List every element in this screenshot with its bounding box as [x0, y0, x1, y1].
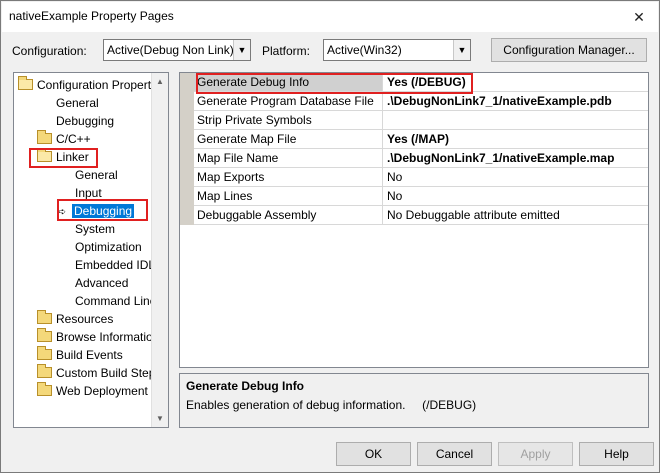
property-pages-dialog: nativeExample Property Pages ✕ Configura…	[0, 0, 660, 473]
tree-item-label: Command Line	[75, 294, 152, 308]
tree-item-label: Browse Information	[56, 330, 152, 344]
tree-item-label: Resources	[56, 312, 114, 326]
tree-item-label: Optimization	[75, 240, 142, 254]
tree-item-linker-embedded-idl[interactable]: Embedded IDL	[75, 256, 152, 274]
configuration-value: Active(Debug Non Link)	[107, 43, 234, 57]
description-panel: Generate Debug Info Enables generation o…	[179, 373, 649, 428]
tree-item-label: General	[75, 168, 118, 182]
grid-gutter	[180, 73, 194, 225]
tree-item-linker-optimization[interactable]: Optimization	[75, 238, 142, 256]
grid-row-debuggable-assembly[interactable]: Debuggable Assembly No Debuggable attrib…	[194, 206, 648, 225]
close-icon[interactable]: ✕	[628, 6, 650, 28]
platform-label: Platform:	[262, 44, 311, 58]
tree-item-label: Build Events	[56, 348, 123, 362]
linker-highlight-box	[29, 148, 98, 168]
grid-row-map-lines[interactable]: Map Lines No	[194, 187, 648, 206]
property-name: Map Exports	[194, 168, 383, 186]
tree-item-linker-advanced[interactable]: Advanced	[75, 274, 128, 292]
description-title: Generate Debug Info	[186, 379, 305, 393]
apply-button[interactable]: Apply	[498, 442, 573, 466]
tree-item-label: Advanced	[75, 276, 129, 290]
configuration-manager-button[interactable]: Configuration Manager...	[491, 38, 647, 62]
tree-item-label: System	[75, 222, 116, 236]
chevron-down-icon[interactable]: ▼	[453, 40, 470, 60]
tree-item-linker-system[interactable]: System	[75, 220, 115, 238]
tree-item-browse-information[interactable]: Browse Information	[37, 328, 152, 346]
property-value[interactable]	[384, 111, 648, 129]
grid-row-generate-pdb-file[interactable]: Generate Program Database File .\DebugNo…	[194, 92, 648, 111]
folder-icon	[37, 130, 52, 144]
tree-items: Configuration Properties General Debuggi…	[14, 73, 152, 427]
configuration-select[interactable]: Active(Debug Non Link) ▼	[103, 39, 251, 61]
tree-item-linker-command-line[interactable]: Command Line	[75, 292, 152, 310]
tree-item-build-events[interactable]: Build Events	[37, 346, 123, 364]
tree-item-resources[interactable]: Resources	[37, 310, 113, 328]
property-tree[interactable]: Configuration Properties General Debuggi…	[13, 72, 169, 428]
tree-item-custom-build-step[interactable]: Custom Build Step	[37, 364, 152, 382]
property-name: Debuggable Assembly	[194, 206, 383, 224]
debugging-highlight-box	[57, 199, 148, 221]
tree-item-configuration-properties[interactable]: Configuration Properties	[18, 76, 152, 94]
tree-item-label: Input	[75, 186, 102, 200]
tree-item-web-deployment[interactable]: Web Deployment	[37, 382, 148, 400]
chevron-down-icon[interactable]: ▼	[233, 40, 250, 60]
folder-icon	[37, 382, 52, 396]
grid-row-strip-private-symbols[interactable]: Strip Private Symbols	[194, 111, 648, 130]
tree-item-label: General	[56, 96, 99, 110]
property-value[interactable]: No Debuggable attribute emitted	[384, 206, 648, 224]
window-title: nativeExample Property Pages	[9, 9, 174, 23]
grid-row-map-exports[interactable]: Map Exports No	[194, 168, 648, 187]
generate-debug-info-highlight-box	[196, 73, 473, 94]
folder-open-icon	[18, 76, 33, 90]
folder-icon	[37, 328, 52, 342]
property-value[interactable]: No	[384, 187, 648, 205]
tree-item-label: Debugging	[56, 114, 115, 128]
folder-icon	[37, 346, 52, 360]
tree-item-linker-general[interactable]: General	[75, 166, 118, 184]
scroll-up-icon[interactable]: ▲	[152, 73, 168, 90]
property-value[interactable]: No	[384, 168, 648, 186]
tree-item-general[interactable]: General	[56, 94, 99, 112]
help-button[interactable]: Help	[579, 442, 654, 466]
ok-button[interactable]: OK	[336, 442, 411, 466]
tree-item-cpp[interactable]: C/C++	[37, 130, 91, 148]
platform-value: Active(Win32)	[327, 43, 402, 57]
property-grid[interactable]: Generate Debug Info Yes (/DEBUG) Generat…	[179, 72, 649, 368]
tree-item-debugging[interactable]: Debugging	[56, 112, 114, 130]
platform-select[interactable]: Active(Win32) ▼	[323, 39, 471, 61]
property-name: Map Lines	[194, 187, 383, 205]
tree-item-label: Web Deployment	[56, 384, 148, 398]
scroll-down-icon[interactable]: ▼	[152, 410, 168, 427]
tree-item-label: Configuration Properties	[37, 78, 152, 92]
tree-item-label: C/C++	[56, 132, 91, 146]
property-name: Generate Map File	[194, 130, 383, 148]
property-value[interactable]: .\DebugNonLink7_1/nativeExample.map	[384, 149, 648, 167]
property-value[interactable]: .\DebugNonLink7_1/nativeExample.pdb	[384, 92, 648, 110]
cancel-button[interactable]: Cancel	[417, 442, 492, 466]
folder-icon	[37, 310, 52, 324]
tree-scrollbar[interactable]: ▲ ▼	[151, 73, 168, 427]
property-name: Generate Program Database File	[194, 92, 383, 110]
property-value[interactable]: Yes (/MAP)	[384, 130, 648, 148]
configuration-label: Configuration:	[12, 44, 87, 58]
description-text: Enables generation of debug information.…	[186, 398, 477, 412]
tree-item-label: Custom Build Step	[56, 366, 152, 380]
folder-icon	[37, 364, 52, 378]
title-bar: nativeExample Property Pages ✕	[2, 2, 658, 32]
tree-item-label: Embedded IDL	[75, 258, 152, 272]
property-name: Map File Name	[194, 149, 383, 167]
property-name: Strip Private Symbols	[194, 111, 383, 129]
grid-row-map-file-name[interactable]: Map File Name .\DebugNonLink7_1/nativeEx…	[194, 149, 648, 168]
grid-row-generate-map-file[interactable]: Generate Map File Yes (/MAP)	[194, 130, 648, 149]
